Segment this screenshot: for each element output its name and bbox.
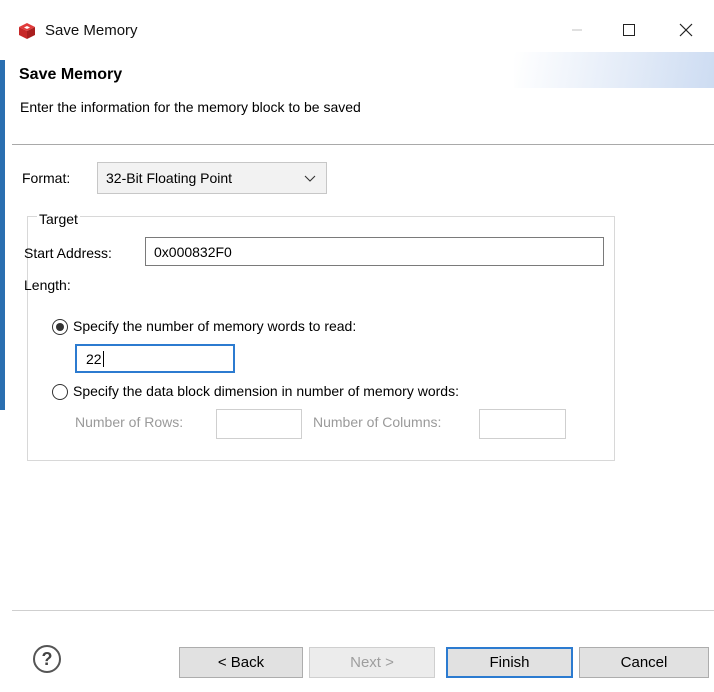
header-title: Save Memory xyxy=(19,66,123,83)
finish-button[interactable]: Finish xyxy=(446,647,573,678)
back-button[interactable]: < Back xyxy=(179,647,303,678)
words-radio-label[interactable]: Specify the number of memory words to re… xyxy=(73,318,356,334)
left-edge xyxy=(0,0,12,410)
header-banner xyxy=(514,52,714,88)
header-divider xyxy=(12,144,714,145)
start-address-label: Start Address: xyxy=(24,245,112,261)
help-button[interactable]: ? xyxy=(33,645,61,673)
close-icon xyxy=(679,23,693,37)
block-dimension-radio[interactable] xyxy=(52,384,68,400)
columns-label: Number of Columns: xyxy=(313,414,442,430)
save-memory-dialog: Save Memory Save Memory Enter the inform… xyxy=(0,0,714,692)
title-bar[interactable]: Save Memory xyxy=(12,6,714,52)
target-legend: Target xyxy=(37,211,80,227)
next-button[interactable]: Next > xyxy=(309,647,435,678)
memory-words-input[interactable]: 22 xyxy=(75,344,235,373)
footer-divider xyxy=(12,610,714,611)
format-select[interactable]: 32-Bit Floating Point xyxy=(97,162,327,194)
words-radio[interactable] xyxy=(52,319,68,335)
rows-label: Number of Rows: xyxy=(75,414,184,430)
block-dimension-radio-label[interactable]: Specify the data block dimension in numb… xyxy=(73,383,459,399)
help-icon: ? xyxy=(41,648,53,669)
maximize-button[interactable] xyxy=(609,14,649,46)
background-window-edge xyxy=(0,60,5,410)
memory-words-value: 22 xyxy=(86,351,102,367)
close-button[interactable] xyxy=(666,14,706,46)
minimize-button[interactable] xyxy=(557,14,597,46)
cancel-button[interactable]: Cancel xyxy=(579,647,709,678)
format-label: Format: xyxy=(22,170,71,186)
chevron-down-icon xyxy=(304,171,316,183)
columns-input[interactable] xyxy=(479,409,566,439)
dialog-header: Save Memory Enter the information for th… xyxy=(12,52,714,124)
start-address-value: 0x000832F0 xyxy=(154,244,232,260)
length-label: Length: xyxy=(24,277,71,293)
start-address-input[interactable]: 0x000832F0 xyxy=(145,237,604,266)
window-title: Save Memory xyxy=(45,22,138,39)
cube-icon xyxy=(18,22,36,40)
format-selected-value: 32-Bit Floating Point xyxy=(106,170,233,186)
rows-input[interactable] xyxy=(216,409,302,439)
header-description: Enter the information for the memory blo… xyxy=(20,99,361,115)
text-caret xyxy=(102,351,104,367)
